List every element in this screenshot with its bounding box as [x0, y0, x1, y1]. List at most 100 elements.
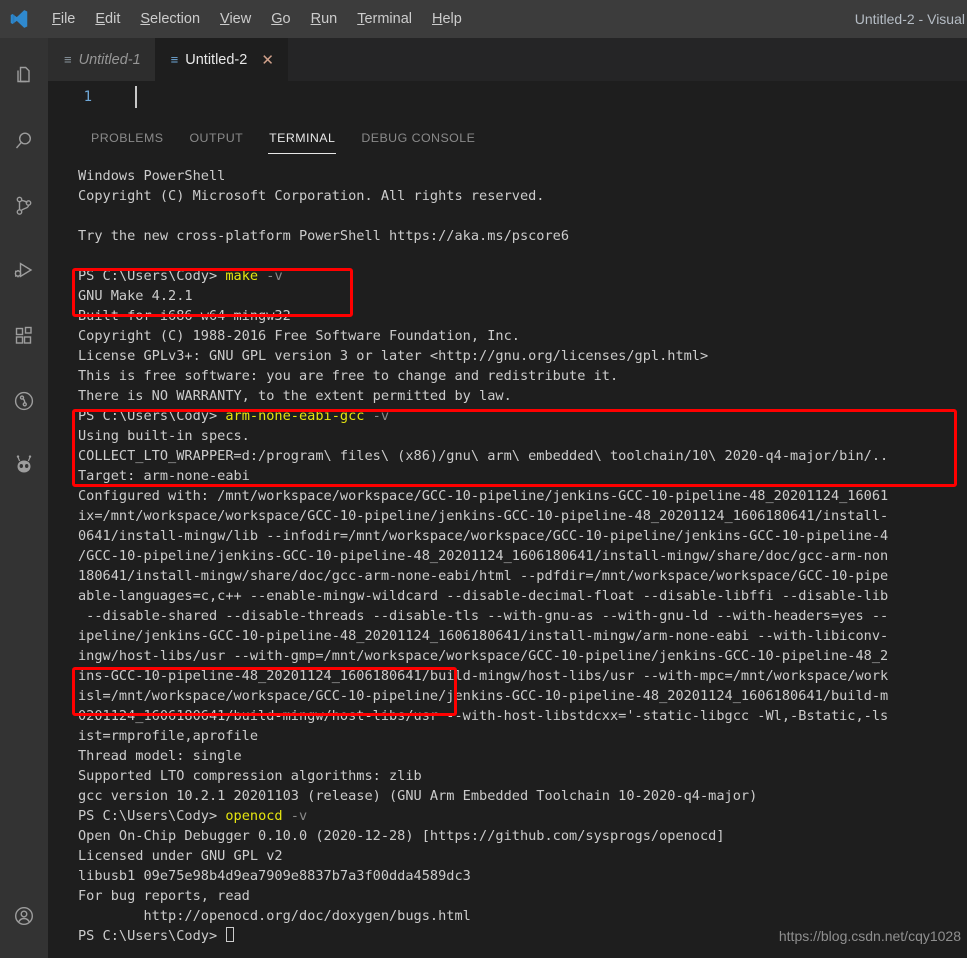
explorer-icon[interactable]: [0, 52, 48, 100]
menu-rest: election: [150, 11, 201, 27]
terminal-output-line: License GPLv3+: GNU GPL version 3 or lat…: [78, 348, 709, 364]
watermark: https://blog.csdn.net/cqy1028: [778, 928, 961, 944]
close-icon[interactable]: ✕: [261, 51, 274, 69]
menu-bar: File Edit Selection View Go Run Terminal…: [42, 8, 472, 30]
terminal-output-line: Windows PowerShell: [78, 168, 226, 184]
account-icon[interactable]: [0, 892, 48, 940]
menu-mnemonic: H: [432, 11, 443, 27]
terminal-output-line: Supported LTO compression algorithms: zl…: [78, 768, 422, 784]
terminal-prompt: PS C:\Users\Cody>: [78, 268, 226, 284]
run-and-debug-icon[interactable]: [0, 247, 48, 295]
menu-item-selection[interactable]: Selection: [130, 8, 210, 30]
menu-item-file[interactable]: File: [42, 8, 85, 30]
editor-tab-untitled-2[interactable]: ≡ Untitled-2 ✕: [154, 38, 288, 81]
terminal-command-args: -v: [282, 808, 308, 824]
menu-item-edit[interactable]: Edit: [85, 8, 130, 30]
terminal-output-line: Copyright (C) 1988-2016 Free Software Fo…: [78, 328, 520, 344]
extensions-icon[interactable]: [0, 312, 48, 360]
menu-item-help[interactable]: Help: [422, 8, 472, 30]
menu-rest: erminal: [364, 11, 412, 27]
tab-problems[interactable]: PROBLEMS: [78, 120, 176, 154]
terminal-command: arm-none-eabi-gcc: [225, 408, 365, 424]
window-title: Untitled-2 - Visual: [854, 11, 965, 27]
editor-tab-untitled-1[interactable]: ≡ Untitled-1: [48, 38, 155, 81]
terminal-output-line: /GCC-10-pipeline/jenkins-GCC-10-pipeline…: [78, 548, 889, 564]
terminal-command-line: PS C:\Users\Cody> arm-none-eabi-gcc -v: [78, 406, 967, 426]
terminal-output-line: ist=rmprofile,aprofile: [78, 728, 259, 744]
editor-tab-label: Untitled-1: [78, 51, 141, 68]
terminal-output-line: Thread model: single: [78, 748, 242, 764]
terminal-command-line: PS C:\Users\Cody> make -v: [78, 266, 967, 286]
tab-output[interactable]: OUTPUT: [176, 120, 256, 154]
terminal-command-args: -v: [364, 408, 390, 424]
menu-mnemonic: F: [52, 11, 61, 27]
terminal-output-line: 0641/install-mingw/lib --infodir=/mnt/wo…: [78, 528, 889, 544]
terminal-output-line: 0201124_1606180641/build-mingw/host-libs…: [78, 708, 889, 724]
terminal-output-line: able-languages=c,c++ --enable-mingw-wild…: [78, 588, 889, 604]
terminal-output-line: libusb1 09e75e98b4d9ea7909e8837b7a3f00dd…: [78, 868, 471, 884]
tab-terminal[interactable]: TERMINAL: [256, 120, 348, 154]
terminal-command: openocd: [225, 808, 283, 824]
menu-item-go[interactable]: Go: [261, 8, 300, 30]
search-icon[interactable]: [0, 117, 48, 165]
platformio-icon[interactable]: [0, 377, 48, 425]
terminal-output-line: Licensed under GNU GPL v2: [78, 848, 283, 864]
menu-mnemonic: E: [95, 11, 106, 27]
editor-region: ≡ Untitled-1 ≡ Untitled-2 ✕ 1 PROBLEMS O…: [48, 38, 967, 958]
menu-item-run[interactable]: Run: [301, 8, 348, 30]
terminal-command: make: [225, 268, 259, 284]
terminal-command-line: PS C:\Users\Cody> openocd -v: [78, 806, 967, 826]
menu-mnemonic: R: [310, 11, 322, 27]
terminal-output-line: There is NO WARRANTY, to the extent perm…: [78, 388, 512, 404]
activity-bar: [0, 38, 48, 958]
terminal-cursor: [226, 927, 235, 942]
terminal-output-line: ix=/mnt/workspace/workspace/GCC-10-pipel…: [78, 508, 889, 524]
code-editor[interactable]: 1: [48, 81, 967, 120]
activity-bar-bottom: [0, 892, 48, 940]
menu-rest: o: [282, 11, 291, 27]
terminal-output-line: Built for i686-w64-mingw32: [78, 308, 291, 324]
menu-item-terminal[interactable]: Terminal: [347, 8, 422, 30]
terminal-output-line: --disable-shared --disable-threads --dis…: [78, 608, 889, 624]
menu-rest: dit: [105, 11, 121, 27]
cortex-debug-icon[interactable]: [0, 442, 48, 490]
file-text-icon: ≡: [64, 52, 72, 67]
vscode-window: File Edit Selection View Go Run Terminal…: [0, 0, 967, 958]
terminal-output-line: gcc version 10.2.1 20201103 (release) (G…: [78, 788, 758, 804]
terminal-output-line: COLLECT_LTO_WRAPPER=d:/program\ files\ (…: [78, 448, 889, 464]
terminal-prompt: PS C:\Users\Cody>: [78, 808, 226, 824]
menu-rest: un: [321, 11, 338, 27]
terminal-prompt: PS C:\Users\Cody>: [78, 928, 226, 944]
vscode-logo-icon: [0, 0, 38, 38]
terminal-output-line: This is free software: you are free to c…: [78, 368, 619, 384]
source-control-icon[interactable]: [0, 182, 48, 230]
line-number: 1: [83, 89, 92, 105]
text-cursor: [135, 86, 137, 108]
terminal-output-line: isl=/mnt/workspace/workspace/GCC-10-pipe…: [78, 688, 889, 704]
terminal-output-line: Copyright (C) Microsoft Corporation. All…: [78, 188, 545, 204]
menu-rest: ile: [60, 11, 76, 27]
title-bar: File Edit Selection View Go Run Terminal…: [0, 0, 967, 38]
terminal-output-line: ipeline/jenkins-GCC-10-pipeline-48_20201…: [78, 628, 889, 644]
terminal-prompt: PS C:\Users\Cody>: [78, 408, 226, 424]
file-text-icon: ≡: [170, 52, 179, 67]
menu-mnemonic: G: [271, 11, 283, 27]
terminal-output[interactable]: Windows PowerShell Copyright (C) Microsof…: [78, 166, 967, 946]
terminal-output-line: For bug reports, read: [78, 888, 250, 904]
terminal-output-line: Open On-Chip Debugger 0.10.0 (2020-12-28…: [78, 828, 725, 844]
terminal-output-line: ins-GCC-10-pipeline-48_20201124_16061806…: [78, 668, 889, 684]
terminal-output-line: Target: arm-none-eabi: [78, 468, 250, 484]
terminal-command-args: -v: [258, 268, 283, 284]
terminal-output-line: 180641/install-mingw/share/doc/gcc-arm-n…: [78, 568, 889, 584]
editor-tab-bar: ≡ Untitled-1 ≡ Untitled-2 ✕: [48, 38, 967, 81]
menu-item-view[interactable]: View: [210, 8, 261, 30]
terminal-output-line: ingw/host-libs/usr --with-gmp=/mnt/works…: [78, 648, 889, 664]
menu-rest: elp: [442, 11, 462, 27]
editor-tab-label: Untitled-2: [185, 51, 248, 68]
menu-mnemonic: S: [140, 11, 151, 27]
tab-debug-console[interactable]: DEBUG CONSOLE: [348, 120, 488, 154]
menu-rest: iew: [229, 11, 252, 27]
panel-tab-bar: PROBLEMS OUTPUT TERMINAL DEBUG CONSOLE: [48, 120, 488, 156]
